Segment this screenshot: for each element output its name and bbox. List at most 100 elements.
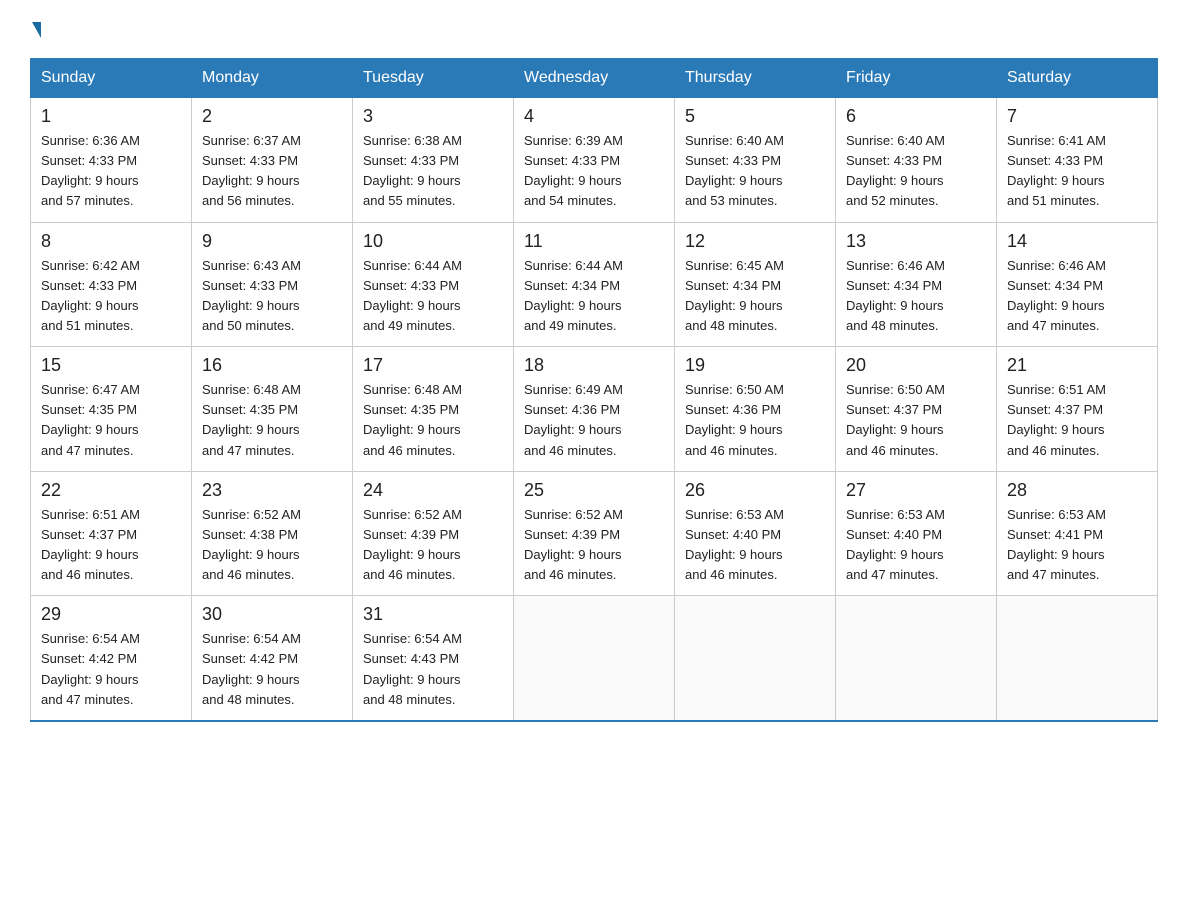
day-info: Sunrise: 6:46 AMSunset: 4:34 PMDaylight:… (1007, 256, 1147, 337)
day-info: Sunrise: 6:43 AMSunset: 4:33 PMDaylight:… (202, 256, 342, 337)
day-info: Sunrise: 6:40 AMSunset: 4:33 PMDaylight:… (846, 131, 986, 212)
calendar-week-row: 8 Sunrise: 6:42 AMSunset: 4:33 PMDaylight… (31, 222, 1158, 347)
logo (30, 20, 41, 38)
calendar-cell: 10Sunrise: 6:44 AMSunset: 4:33 PMDayligh… (353, 222, 514, 347)
day-number: 28 (1007, 480, 1147, 501)
day-number: 15 (41, 355, 181, 376)
day-number: 23 (202, 480, 342, 501)
logo-arrow-icon (32, 22, 41, 38)
day-info: Sunrise: 6:53 AMSunset: 4:41 PMDaylight:… (1007, 505, 1147, 586)
day-number: 29 (41, 604, 181, 625)
day-info: Sunrise: 6:52 AMSunset: 4:39 PMDaylight:… (524, 505, 664, 586)
calendar-cell (997, 596, 1158, 721)
calendar-cell: 20 Sunrise: 6:50 AMSunset: 4:37 PMDayligh… (836, 347, 997, 472)
day-info: Sunrise: 6:50 AMSunset: 4:36 PMDaylight:… (685, 380, 825, 461)
calendar-cell: 7 Sunrise: 6:41 AMSunset: 4:33 PMDaylight… (997, 98, 1158, 223)
day-info: Sunrise: 6:51 AMSunset: 4:37 PMDaylight:… (1007, 380, 1147, 461)
page-header (30, 20, 1158, 38)
day-info: Sunrise: 6:48 AMSunset: 4:35 PMDaylight:… (202, 380, 342, 461)
calendar-week-row: 29 Sunrise: 6:54 AMSunset: 4:42 PMDayligh… (31, 596, 1158, 721)
day-number: 13 (846, 231, 986, 252)
day-info: Sunrise: 6:52 AMSunset: 4:38 PMDaylight:… (202, 505, 342, 586)
calendar-cell: 4 Sunrise: 6:39 AMSunset: 4:33 PMDaylight… (514, 98, 675, 223)
calendar-cell: 19 Sunrise: 6:50 AMSunset: 4:36 PMDayligh… (675, 347, 836, 472)
calendar-cell: 31Sunrise: 6:54 AMSunset: 4:43 PMDayligh… (353, 596, 514, 721)
calendar-cell: 28 Sunrise: 6:53 AMSunset: 4:41 PMDayligh… (997, 471, 1158, 596)
calendar-cell: 30 Sunrise: 6:54 AMSunset: 4:42 PMDayligh… (192, 596, 353, 721)
day-info: Sunrise: 6:47 AMSunset: 4:35 PMDaylight:… (41, 380, 181, 461)
calendar-cell: 15 Sunrise: 6:47 AMSunset: 4:35 PMDayligh… (31, 347, 192, 472)
day-info: Sunrise: 6:37 AMSunset: 4:33 PMDaylight:… (202, 131, 342, 212)
day-number: 20 (846, 355, 986, 376)
calendar-table: SundayMondayTuesdayWednesdayThursdayFrid… (30, 58, 1158, 722)
calendar-cell: 29 Sunrise: 6:54 AMSunset: 4:42 PMDayligh… (31, 596, 192, 721)
day-number: 3 (363, 106, 503, 127)
day-info: Sunrise: 6:53 AMSunset: 4:40 PMDaylight:… (685, 505, 825, 586)
calendar-cell: 3 Sunrise: 6:38 AMSunset: 4:33 PMDaylight… (353, 98, 514, 223)
day-info: Sunrise: 6:54 AMSunset: 4:42 PMDaylight:… (202, 629, 342, 710)
day-number: 26 (685, 480, 825, 501)
calendar-cell: 18Sunrise: 6:49 AMSunset: 4:36 PMDayligh… (514, 347, 675, 472)
calendar-cell: 8 Sunrise: 6:42 AMSunset: 4:33 PMDaylight… (31, 222, 192, 347)
calendar-cell (514, 596, 675, 721)
calendar-week-row: 1 Sunrise: 6:36 AMSunset: 4:33 PMDaylight… (31, 98, 1158, 223)
day-number: 25 (524, 480, 664, 501)
calendar-cell (836, 596, 997, 721)
calendar-cell: 16Sunrise: 6:48 AMSunset: 4:35 PMDayligh… (192, 347, 353, 472)
col-header-saturday: Saturday (997, 59, 1158, 98)
day-number: 30 (202, 604, 342, 625)
calendar-cell: 6Sunrise: 6:40 AMSunset: 4:33 PMDaylight… (836, 98, 997, 223)
day-number: 1 (41, 106, 181, 127)
day-info: Sunrise: 6:36 AMSunset: 4:33 PMDaylight:… (41, 131, 181, 212)
day-number: 18 (524, 355, 664, 376)
day-info: Sunrise: 6:54 AMSunset: 4:42 PMDaylight:… (41, 629, 181, 710)
day-info: Sunrise: 6:53 AMSunset: 4:40 PMDaylight:… (846, 505, 986, 586)
day-number: 8 (41, 231, 181, 252)
calendar-cell: 1 Sunrise: 6:36 AMSunset: 4:33 PMDaylight… (31, 98, 192, 223)
day-info: Sunrise: 6:40 AMSunset: 4:33 PMDaylight:… (685, 131, 825, 212)
day-number: 14 (1007, 231, 1147, 252)
day-info: Sunrise: 6:41 AMSunset: 4:33 PMDaylight:… (1007, 131, 1147, 212)
col-header-friday: Friday (836, 59, 997, 98)
day-number: 5 (685, 106, 825, 127)
day-info: Sunrise: 6:44 AMSunset: 4:34 PMDaylight:… (524, 256, 664, 337)
day-number: 27 (846, 480, 986, 501)
calendar-cell: 23 Sunrise: 6:52 AMSunset: 4:38 PMDayligh… (192, 471, 353, 596)
calendar-cell: 25 Sunrise: 6:52 AMSunset: 4:39 PMDayligh… (514, 471, 675, 596)
day-number: 9 (202, 231, 342, 252)
day-info: Sunrise: 6:51 AMSunset: 4:37 PMDaylight:… (41, 505, 181, 586)
day-info: Sunrise: 6:48 AMSunset: 4:35 PMDaylight:… (363, 380, 503, 461)
day-info: Sunrise: 6:42 AMSunset: 4:33 PMDaylight:… (41, 256, 181, 337)
day-info: Sunrise: 6:44 AMSunset: 4:33 PMDaylight:… (363, 256, 503, 337)
calendar-cell: 14 Sunrise: 6:46 AMSunset: 4:34 PMDayligh… (997, 222, 1158, 347)
calendar-cell: 9 Sunrise: 6:43 AMSunset: 4:33 PMDaylight… (192, 222, 353, 347)
day-number: 12 (685, 231, 825, 252)
day-number: 4 (524, 106, 664, 127)
col-header-monday: Monday (192, 59, 353, 98)
day-info: Sunrise: 6:52 AMSunset: 4:39 PMDaylight:… (363, 505, 503, 586)
calendar-cell: 22Sunrise: 6:51 AMSunset: 4:37 PMDayligh… (31, 471, 192, 596)
col-header-thursday: Thursday (675, 59, 836, 98)
day-number: 19 (685, 355, 825, 376)
calendar-cell: 21Sunrise: 6:51 AMSunset: 4:37 PMDayligh… (997, 347, 1158, 472)
calendar-week-row: 15 Sunrise: 6:47 AMSunset: 4:35 PMDayligh… (31, 347, 1158, 472)
day-info: Sunrise: 6:39 AMSunset: 4:33 PMDaylight:… (524, 131, 664, 212)
day-info: Sunrise: 6:45 AMSunset: 4:34 PMDaylight:… (685, 256, 825, 337)
calendar-cell: 26 Sunrise: 6:53 AMSunset: 4:40 PMDayligh… (675, 471, 836, 596)
day-number: 7 (1007, 106, 1147, 127)
day-info: Sunrise: 6:54 AMSunset: 4:43 PMDaylight:… (363, 629, 503, 710)
calendar-cell: 11Sunrise: 6:44 AMSunset: 4:34 PMDayligh… (514, 222, 675, 347)
calendar-cell: 24Sunrise: 6:52 AMSunset: 4:39 PMDayligh… (353, 471, 514, 596)
col-header-sunday: Sunday (31, 59, 192, 98)
calendar-cell: 12 Sunrise: 6:45 AMSunset: 4:34 PMDayligh… (675, 222, 836, 347)
day-number: 2 (202, 106, 342, 127)
calendar-cell (675, 596, 836, 721)
day-info: Sunrise: 6:46 AMSunset: 4:34 PMDaylight:… (846, 256, 986, 337)
calendar-week-row: 22Sunrise: 6:51 AMSunset: 4:37 PMDayligh… (31, 471, 1158, 596)
day-info: Sunrise: 6:38 AMSunset: 4:33 PMDaylight:… (363, 131, 503, 212)
day-number: 17 (363, 355, 503, 376)
day-info: Sunrise: 6:50 AMSunset: 4:37 PMDaylight:… (846, 380, 986, 461)
calendar-cell: 2 Sunrise: 6:37 AMSunset: 4:33 PMDaylight… (192, 98, 353, 223)
calendar-header-row: SundayMondayTuesdayWednesdayThursdayFrid… (31, 59, 1158, 98)
calendar-cell: 5 Sunrise: 6:40 AMSunset: 4:33 PMDaylight… (675, 98, 836, 223)
